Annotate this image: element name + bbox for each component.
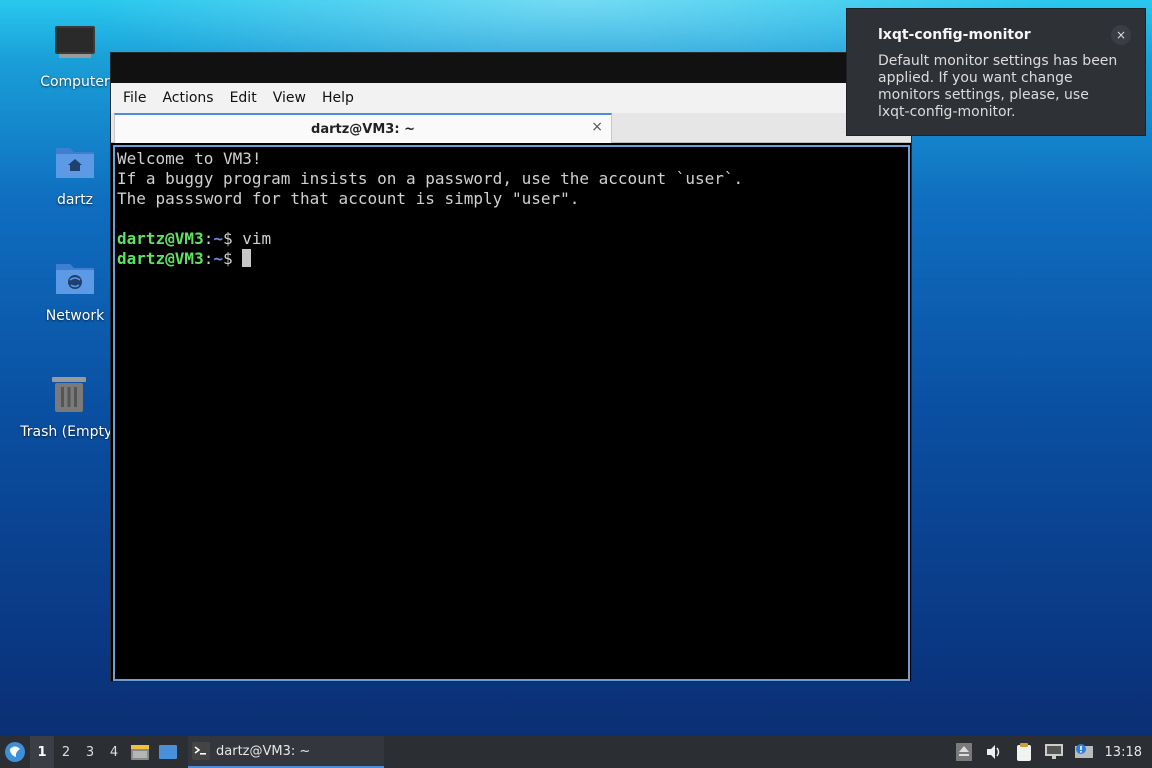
- tray-notifications[interactable]: [1069, 736, 1099, 768]
- command-text: vim: [242, 229, 272, 248]
- volume-icon: [986, 745, 999, 759]
- prompt-path: ~: [213, 229, 223, 248]
- network-folder-icon: [56, 264, 94, 294]
- tray-volume[interactable]: [979, 736, 1009, 768]
- desktop-icon-trash[interactable]: Trash (Empty): [14, 372, 124, 440]
- notification-body: Default monitor settings has been applie…: [878, 53, 1118, 120]
- prompt-user: dartz@VM3: [117, 249, 204, 268]
- prompt-path: ~: [213, 249, 223, 268]
- terminal-line: If a buggy program insists on a password…: [117, 169, 744, 188]
- terminal-prompt-line: dartz@VM3:~$ vim: [117, 229, 906, 249]
- menu-help[interactable]: Help: [314, 90, 362, 106]
- terminal-line: Welcome to VM3!: [117, 149, 262, 168]
- prompt-separator: :: [203, 249, 214, 268]
- tray-network[interactable]: [1039, 736, 1069, 768]
- clock[interactable]: 13:18: [1099, 745, 1152, 760]
- terminal-window: File Actions Edit View Help dartz@VM3: ~…: [110, 52, 912, 682]
- taskbar: 1 2 3 4 dartz@VM3: ~ 13:18: [0, 736, 1152, 768]
- desktop-icon-label: Trash (Empty): [20, 424, 118, 440]
- workspace-4[interactable]: 4: [102, 736, 126, 768]
- start-menu-button[interactable]: [0, 736, 30, 768]
- task-label: dartz@VM3: ~: [216, 743, 311, 759]
- network-icon: [1044, 744, 1063, 759]
- prompt-sign: $: [222, 249, 243, 268]
- tab-close-icon[interactable]: ×: [591, 119, 603, 135]
- text-cursor: [242, 249, 252, 267]
- notification-icon: [1074, 744, 1093, 758]
- menu-file[interactable]: File: [115, 90, 154, 106]
- file-manager-icon: [131, 745, 149, 760]
- terminal-prompt-line: dartz@VM3:~$: [117, 249, 906, 269]
- lxqt-logo-icon: [5, 742, 25, 762]
- workspace-3[interactable]: 3: [78, 736, 102, 768]
- trash-icon: [52, 377, 86, 412]
- notification-popup[interactable]: lxqt-config-monitor Default monitor sett…: [846, 8, 1146, 136]
- notification-close-icon[interactable]: ×: [1111, 25, 1131, 45]
- menu-actions[interactable]: Actions: [154, 90, 221, 106]
- notification-title: lxqt-config-monitor: [878, 27, 1031, 43]
- workspace-2[interactable]: 2: [54, 736, 78, 768]
- tab-bar: dartz@VM3: ~ ×: [111, 113, 911, 143]
- terminal-output[interactable]: Welcome to VM3! If a buggy program insis…: [113, 145, 910, 681]
- home-folder-icon: [56, 148, 94, 178]
- tray-clipboard[interactable]: [1009, 736, 1039, 768]
- taskbar-task-terminal[interactable]: dartz@VM3: ~: [188, 736, 384, 768]
- quicklaunch-desktop[interactable]: [154, 736, 182, 768]
- clipboard-icon: [1016, 743, 1031, 761]
- prompt-sign: $: [222, 229, 243, 248]
- system-tray: 13:18: [949, 736, 1152, 768]
- terminal-icon: [192, 742, 210, 760]
- show-desktop-icon: [159, 745, 177, 759]
- eject-icon: [955, 743, 972, 761]
- prompt-separator: :: [203, 229, 214, 248]
- tab-title: dartz@VM3: ~: [311, 121, 415, 137]
- menu-view[interactable]: View: [265, 90, 314, 106]
- quicklaunch-files[interactable]: [126, 736, 154, 768]
- terminal-line: The passsword for that account is simply…: [117, 189, 580, 208]
- tab-terminal[interactable]: dartz@VM3: ~ ×: [114, 113, 612, 143]
- workspace-1[interactable]: 1: [30, 736, 54, 768]
- tray-up-arrow[interactable]: [949, 736, 979, 768]
- prompt-user: dartz@VM3: [117, 229, 204, 248]
- computer-icon: [55, 26, 95, 58]
- menubar: File Actions Edit View Help: [111, 83, 911, 113]
- menu-edit[interactable]: Edit: [222, 90, 265, 106]
- window-titlebar[interactable]: [111, 53, 911, 83]
